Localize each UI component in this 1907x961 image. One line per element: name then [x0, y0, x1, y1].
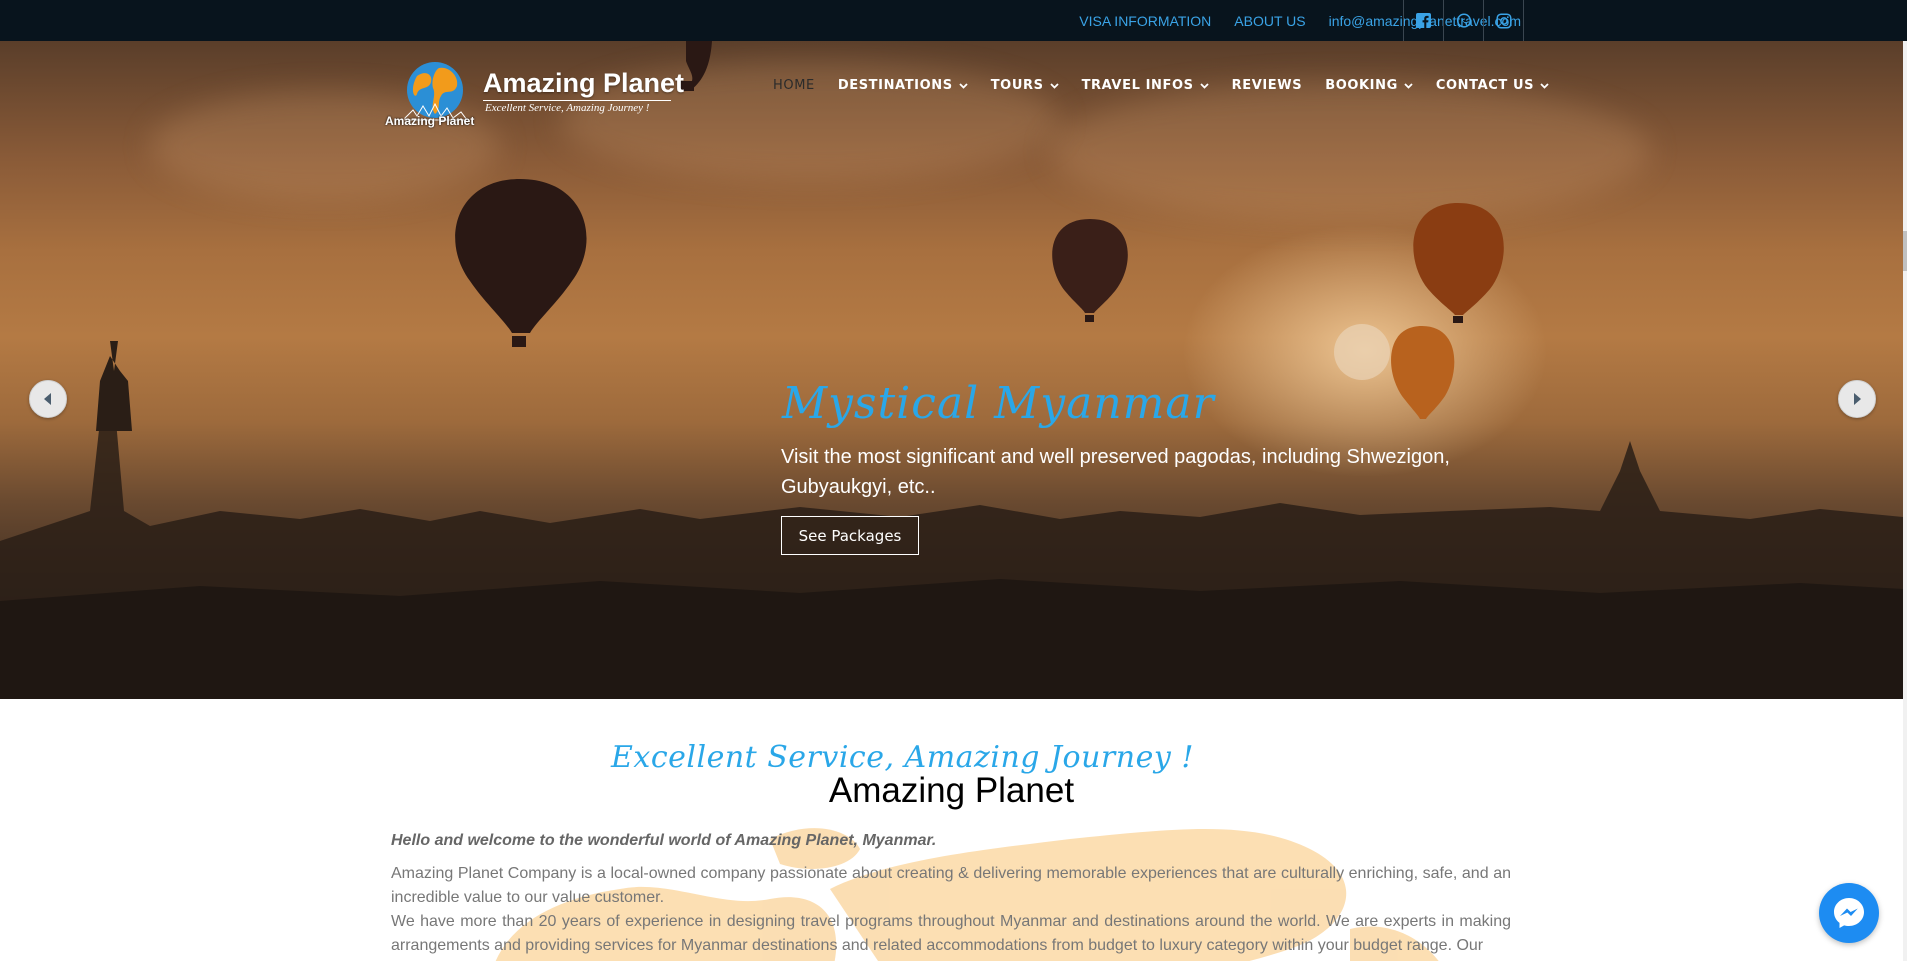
nav-booking[interactable]: BOOKING	[1325, 78, 1413, 93]
logo-title: Amazing Planet	[483, 68, 685, 98]
nav-booking-label: BOOKING	[1325, 78, 1398, 93]
main-nav: HOME DESTINATIONS TOURS TRAVEL INFOS REV…	[773, 78, 1572, 93]
chevron-down-icon	[1049, 82, 1059, 89]
slide-title: Mystical Myanmar	[782, 378, 1215, 429]
top-bar: VISA INFORMATION ABOUT US info@amazingpl…	[0, 0, 1907, 42]
intro-paragraph-1: Amazing Planet Company is a local-owned …	[391, 865, 1511, 906]
messenger-chat-button[interactable]	[1819, 883, 1879, 943]
intro-title: Amazing Planet	[828, 771, 1075, 810]
social-links	[1403, 0, 1524, 41]
slide-description: Visit the most significant and well pres…	[781, 446, 1450, 498]
nav-tours[interactable]: TOURS	[991, 78, 1059, 93]
site-logo[interactable]: Amazing Planet Excellent Service, Amazin…	[385, 56, 685, 130]
logo-divider	[483, 100, 671, 101]
nav-tours-label: TOURS	[990, 78, 1044, 93]
visa-information-link[interactable]: VISA INFORMATION	[1079, 13, 1211, 29]
chevron-down-icon	[959, 82, 968, 89]
slider-prev-button[interactable]	[29, 380, 67, 418]
about-us-link[interactable]: ABOUT US	[1234, 13, 1305, 29]
slider-next-button[interactable]	[1838, 380, 1876, 418]
welcome-text: Hello and welcome to the wonderful world…	[391, 832, 937, 849]
intro-section: Excellent Service, Amazing Journey ! Ama…	[0, 699, 1903, 961]
intro-tagline: Excellent Service, Amazing Journey !	[611, 740, 1194, 775]
nav-travel-infos[interactable]: TRAVEL INFOS	[1082, 78, 1209, 93]
nav-contact-us[interactable]: CONTACT US	[1436, 78, 1549, 93]
caret-right-icon	[1854, 393, 1861, 405]
page-scrollbar[interactable]	[1903, 41, 1907, 961]
nav-contact-us-label: CONTACT US	[1435, 78, 1535, 93]
facebook-link[interactable]	[1403, 0, 1443, 41]
whatsapp-icon	[1456, 13, 1471, 28]
nav-destinations[interactable]: DESTINATIONS	[838, 78, 968, 93]
messenger-icon	[1834, 898, 1864, 928]
chevron-down-icon	[1540, 82, 1549, 89]
nav-reviews-label: REVIEWS	[1231, 78, 1303, 93]
nav-travel-infos-label: TRAVEL INFOS	[1081, 78, 1194, 93]
hero-slider	[0, 41, 1903, 699]
chevron-down-icon	[1199, 82, 1209, 89]
nav-home[interactable]: HOME	[773, 78, 815, 93]
logo-small-name: Amazing Planet	[385, 114, 475, 128]
nav-reviews[interactable]: REVIEWS	[1232, 78, 1303, 93]
logo-tagline: Excellent Service, Amazing Journey !	[485, 102, 650, 114]
nav-home-label: HOME	[773, 78, 815, 93]
facebook-icon	[1416, 13, 1431, 28]
caret-left-icon	[44, 393, 51, 405]
nav-destinations-label: DESTINATIONS	[837, 78, 953, 93]
instagram-icon	[1495, 12, 1512, 29]
intro-paragraph-2: We have more than 20 years of experience…	[391, 913, 1511, 954]
scrollbar-thumb[interactable]	[1903, 231, 1907, 271]
whatsapp-link[interactable]	[1443, 0, 1483, 41]
instagram-link[interactable]	[1483, 0, 1524, 41]
chevron-down-icon	[1404, 82, 1413, 89]
hero-background-scenery	[0, 41, 1903, 699]
see-packages-button[interactable]: See Packages	[781, 516, 919, 555]
